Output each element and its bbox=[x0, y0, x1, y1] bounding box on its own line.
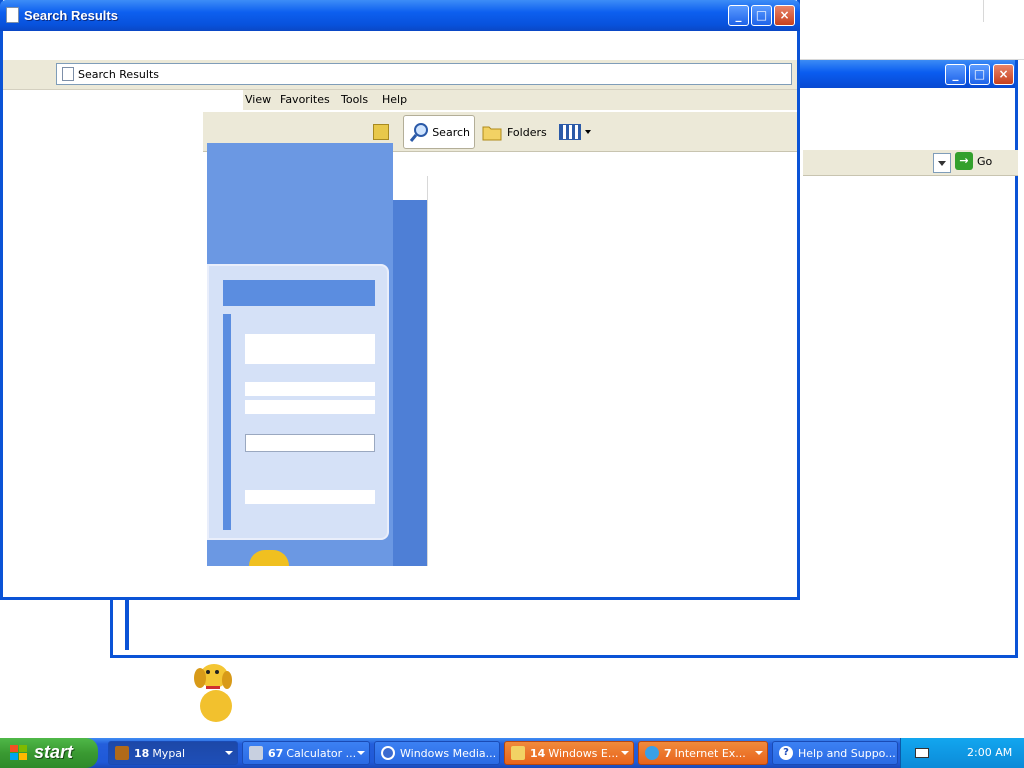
search-button[interactable]: Search bbox=[403, 115, 475, 149]
up-folder-icon bbox=[373, 124, 389, 140]
internet-explorer-icon bbox=[645, 746, 659, 760]
chevron-down-icon bbox=[585, 130, 591, 134]
folder-icon bbox=[511, 746, 525, 760]
folders-label: Folders bbox=[507, 125, 547, 139]
address-dropdown-button[interactable] bbox=[933, 153, 951, 173]
document-icon bbox=[6, 7, 19, 23]
page-icon bbox=[62, 67, 74, 81]
maximize-button[interactable]: □ bbox=[751, 5, 772, 26]
views-icon bbox=[559, 124, 581, 140]
start-button[interactable]: start bbox=[0, 738, 98, 768]
task-label: Help and Suppo... bbox=[798, 746, 896, 760]
calculator-icon bbox=[249, 746, 263, 760]
card-field bbox=[245, 382, 375, 396]
menu-help[interactable]: Help bbox=[382, 93, 407, 106]
folder-icon bbox=[482, 126, 502, 141]
keyboard-icon[interactable] bbox=[915, 748, 929, 758]
card-header bbox=[223, 280, 375, 306]
taskbar-item-calculator[interactable]: 67 Calculator ... bbox=[242, 741, 370, 765]
task-label: Internet Ex... bbox=[674, 746, 746, 760]
help-icon: ? bbox=[779, 746, 793, 760]
card-field bbox=[245, 490, 375, 504]
taskbar-item-windows-explorer[interactable]: 14 Windows E... bbox=[504, 741, 634, 765]
titlebar: Search Results _ □ × bbox=[0, 0, 800, 31]
taskbar-item-help-support[interactable]: ? Help and Suppo... bbox=[772, 741, 898, 765]
taskbar-item-internet-explorer[interactable]: 7 Internet Ex... bbox=[638, 741, 768, 765]
chevron-down-icon bbox=[357, 751, 365, 755]
mypal-icon bbox=[115, 746, 129, 760]
search-label: Search bbox=[432, 125, 470, 139]
task-label: Windows E... bbox=[548, 746, 619, 760]
chevron-down-icon bbox=[225, 751, 233, 755]
card-field bbox=[245, 400, 375, 414]
go-arrow-icon: → bbox=[955, 152, 973, 170]
card-input[interactable] bbox=[245, 434, 375, 452]
search-companion-backdrop bbox=[393, 200, 427, 566]
search-icon bbox=[409, 123, 428, 142]
start-label: start bbox=[34, 742, 74, 762]
card-field bbox=[245, 334, 375, 364]
taskbar-item-mypal[interactable]: 18 Mypal bbox=[108, 741, 238, 765]
task-count: 14 bbox=[530, 746, 546, 760]
search-dog-icon bbox=[194, 664, 232, 722]
chevron-down-icon bbox=[938, 161, 946, 166]
address-field[interactable]: Search Results bbox=[56, 63, 792, 85]
task-label: Mypal bbox=[152, 746, 186, 760]
close-button[interactable]: × bbox=[774, 5, 795, 26]
menu-view[interactable]: View bbox=[245, 93, 271, 106]
task-count: 18 bbox=[134, 746, 150, 760]
minimize-button[interactable]: _ bbox=[945, 64, 966, 85]
media-player-icon bbox=[381, 746, 395, 760]
address-bar: Search Results bbox=[3, 60, 797, 90]
folders-button[interactable]: Folders bbox=[477, 115, 551, 149]
window-edge bbox=[125, 600, 129, 650]
background-address-bar: → Go bbox=[803, 150, 1018, 176]
minimize-button[interactable]: _ bbox=[728, 5, 749, 26]
search-results-window: Search Results _ □ × Search Results View… bbox=[0, 0, 800, 600]
address-text: Search Results bbox=[78, 68, 160, 81]
views-button[interactable] bbox=[555, 115, 595, 149]
background-window-top bbox=[800, 0, 1024, 60]
taskbar: start 18 Mypal 67 Calculator ... Windows… bbox=[0, 738, 1024, 768]
task-count: 67 bbox=[268, 746, 284, 760]
task-count: 7 bbox=[664, 746, 672, 760]
go-button[interactable]: → Go bbox=[955, 152, 992, 170]
system-tray: 2:00 AM bbox=[900, 738, 1024, 768]
chevron-down-icon bbox=[621, 751, 629, 755]
card-stripe bbox=[223, 314, 231, 530]
maximize-button[interactable]: □ bbox=[969, 64, 990, 85]
task-label: Calculator ... bbox=[286, 746, 357, 760]
clock[interactable]: 2:00 AM bbox=[967, 746, 1012, 759]
window-title: Search Results bbox=[24, 8, 118, 23]
results-pane bbox=[427, 176, 795, 566]
windows-logo-icon bbox=[10, 745, 27, 760]
menu-favorites[interactable]: Favorites bbox=[280, 93, 330, 106]
search-companion-card bbox=[207, 264, 389, 540]
close-button[interactable]: × bbox=[993, 64, 1014, 85]
chevron-down-icon bbox=[755, 751, 763, 755]
task-label: Windows Media... bbox=[400, 746, 497, 760]
go-label: Go bbox=[977, 154, 993, 168]
menu-bar: View Favorites Tools Help bbox=[243, 90, 797, 110]
taskbar-item-media-player[interactable]: Windows Media... bbox=[374, 741, 500, 765]
background-window-tab bbox=[800, 0, 984, 22]
menu-tools[interactable]: Tools bbox=[341, 93, 368, 106]
